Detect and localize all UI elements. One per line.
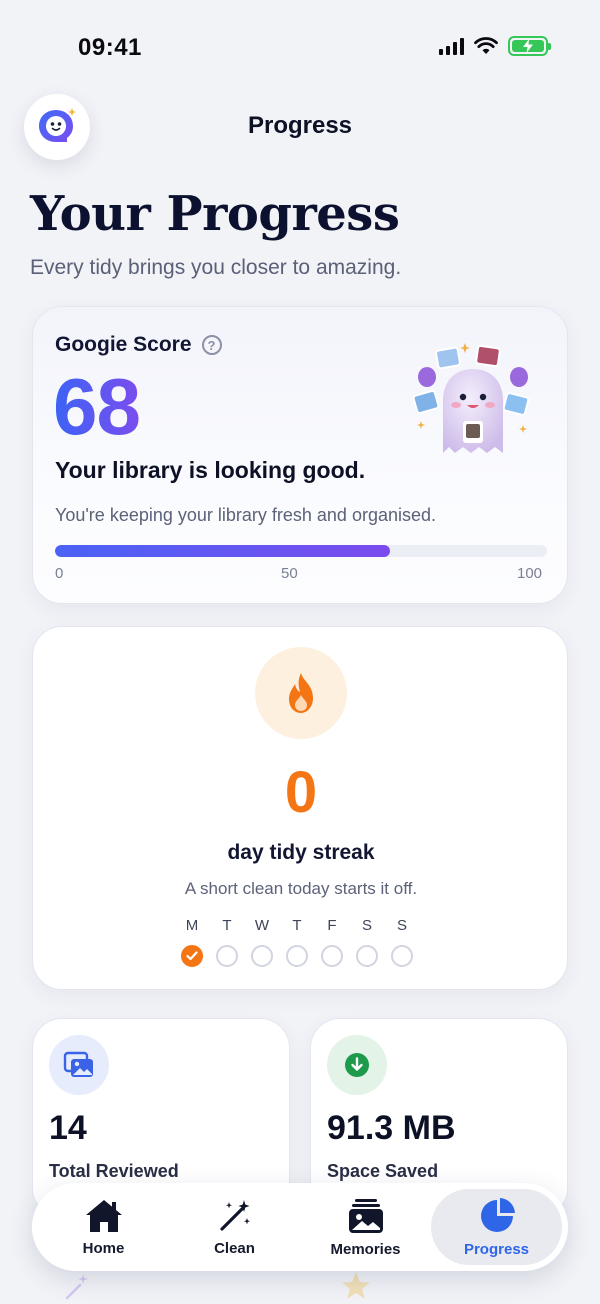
score-tick-min: 0 xyxy=(55,565,64,582)
status-time: 09:41 xyxy=(78,34,142,61)
day-monday: M xyxy=(181,917,203,967)
flame-icon xyxy=(289,673,313,713)
score-headline: Your library is looking good. xyxy=(55,457,366,483)
weekday-tracker: M T W T F S S xyxy=(181,917,413,967)
pie-chart-icon xyxy=(480,1197,515,1232)
day-letter: T xyxy=(222,917,232,934)
flame-badge xyxy=(255,647,347,739)
day-letter: T xyxy=(292,917,302,934)
tab-progress[interactable]: Progress xyxy=(431,1189,562,1265)
score-progress-bar xyxy=(55,545,547,557)
day-thursday: T xyxy=(286,917,308,967)
score-tick-max: 100 xyxy=(517,565,543,582)
score-tick-mid: 50 xyxy=(281,565,298,582)
streak-value: 0 xyxy=(284,760,318,825)
day-empty-dot xyxy=(391,945,413,967)
day-empty-dot xyxy=(321,945,343,967)
photos-icon-badge xyxy=(49,1035,109,1095)
tab-home[interactable]: Home xyxy=(38,1189,169,1265)
wifi-icon xyxy=(474,37,498,54)
photos-icon xyxy=(63,1051,93,1077)
tab-label: Clean xyxy=(214,1239,255,1257)
day-wednesday: W xyxy=(251,917,273,967)
ghost-mascot-icon xyxy=(413,343,530,453)
score-progress-fill xyxy=(55,545,390,557)
streak-card: 0 day tidy streak A short clean today st… xyxy=(32,626,568,990)
score-description: You're keeping your library fresh and or… xyxy=(55,505,437,525)
download-arrow-icon xyxy=(345,1053,369,1077)
star-icon xyxy=(342,1272,370,1299)
day-empty-dot xyxy=(286,945,308,967)
stat-label: Total Reviewed xyxy=(49,1161,179,1181)
stat-value: 14 xyxy=(49,1109,87,1147)
day-empty-dot xyxy=(251,945,273,967)
bottom-tab-bar: Home Clean Memories Progress xyxy=(32,1183,568,1271)
day-saturday: S xyxy=(356,917,378,967)
home-icon xyxy=(85,1199,122,1232)
score-label-row: Googie Score ? xyxy=(55,333,222,357)
day-friday: F xyxy=(321,917,343,967)
tab-label: Memories xyxy=(330,1240,401,1258)
tab-clean[interactable]: Clean xyxy=(169,1189,300,1265)
day-letter: S xyxy=(361,917,372,934)
day-letter: F xyxy=(327,917,337,934)
header-title: Progress xyxy=(247,112,353,139)
download-icon-badge xyxy=(327,1035,387,1095)
tab-label: Home xyxy=(82,1239,125,1257)
day-tuesday: T xyxy=(216,917,238,967)
day-complete-check-icon xyxy=(181,945,203,967)
page-subtitle: Every tidy brings you closer to amazing. xyxy=(30,256,402,279)
tab-memories[interactable]: Memories xyxy=(300,1189,431,1265)
day-letter: S xyxy=(396,917,407,934)
sparkle-wand-icon xyxy=(65,1274,88,1300)
cellular-signal-icon xyxy=(439,37,464,55)
photo-stack-icon xyxy=(348,1198,383,1233)
stat-label: Space Saved xyxy=(327,1161,439,1181)
stat-value: 91.3 MB xyxy=(327,1109,456,1147)
day-empty-dot xyxy=(216,945,238,967)
streak-label: day tidy streak xyxy=(227,841,375,864)
tab-label: Progress xyxy=(463,1240,530,1258)
battery-charging-icon xyxy=(508,36,551,56)
page-title: Your Progress xyxy=(30,186,400,242)
score-label: Googie Score xyxy=(55,333,192,356)
googie-score-card: Googie Score ? 68 Your library is lookin… xyxy=(32,306,568,604)
streak-hint: A short clean today starts it off. xyxy=(184,879,418,898)
score-value: 68 xyxy=(53,362,141,451)
magic-wand-icon xyxy=(219,1199,250,1231)
day-letter: M xyxy=(185,917,199,934)
help-icon[interactable]: ? xyxy=(201,335,222,355)
day-sunday: S xyxy=(391,917,413,967)
day-letter: W xyxy=(254,917,270,934)
status-icons xyxy=(439,36,551,56)
day-empty-dot xyxy=(356,945,378,967)
